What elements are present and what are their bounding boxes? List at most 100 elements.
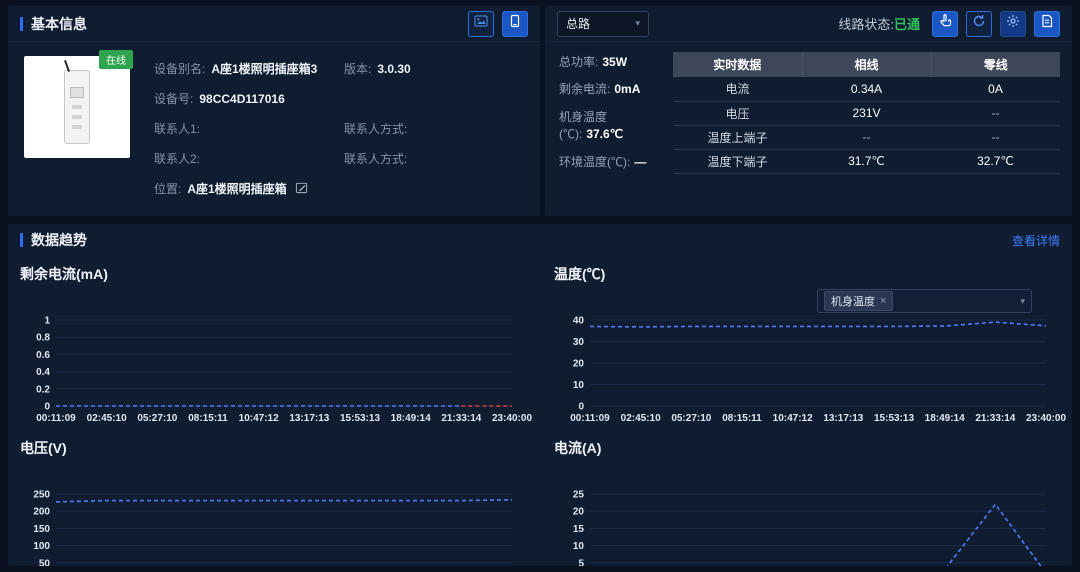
env-temp-label: 环境温度(℃):: [559, 155, 630, 169]
body-temp-tag-label: 机身温度: [831, 293, 875, 309]
svg-text:15:53:13: 15:53:13: [874, 413, 914, 424]
svg-text:13:17:13: 13:17:13: [289, 413, 329, 424]
svg-text:18:49:14: 18:49:14: [925, 413, 965, 424]
line-status-label: 线路状态:: [838, 17, 894, 32]
chart-title-residual-current: 剩余电流(mA): [20, 264, 108, 284]
field-version: 版本: 3.0.30: [344, 60, 524, 77]
line-status-value: 已通: [894, 17, 920, 32]
image-button[interactable]: [468, 11, 494, 37]
image-icon: [474, 14, 488, 33]
svg-text:08:15:11: 08:15:11: [188, 413, 228, 424]
svg-text:0.6: 0.6: [36, 350, 50, 361]
table-cell: 31.7℃: [802, 149, 931, 173]
svg-text:0.2: 0.2: [36, 384, 50, 395]
chevron-down-icon: ▾: [635, 19, 640, 28]
contact2-label: 联系人2:: [154, 150, 200, 167]
field-alias: 设备别名: A座1楼照明插座箱3: [154, 60, 344, 77]
svg-text:0: 0: [44, 402, 50, 413]
finger-icon: [938, 14, 952, 33]
field-contact2-method: 联系人方式:: [344, 150, 524, 167]
table-row: 电压 231V --: [673, 101, 1060, 125]
svg-text:20: 20: [573, 359, 585, 370]
residual-current-plot: 00.20.40.60.8100:11:0902:45:1005:27:1008…: [20, 316, 526, 428]
view-details-link[interactable]: 查看详情: [1012, 232, 1060, 249]
svg-text:0: 0: [578, 402, 584, 413]
table-cell: 0A: [931, 77, 1060, 101]
chevron-down-icon: ▾: [1020, 297, 1025, 306]
touch-control-button[interactable]: [932, 11, 958, 37]
refresh-button[interactable]: [966, 11, 992, 37]
svg-text:02:45:10: 02:45:10: [87, 413, 127, 424]
contact2-method-label: 联系人方式:: [344, 150, 407, 167]
location-label: 位置:: [154, 180, 181, 197]
metrics-column: 总功率:35W 剩余电流:0mA 机身温度(℃):37.6℃ 环境温度(℃):—: [559, 52, 659, 208]
table-cell: 231V: [802, 101, 931, 125]
temperature-series-select[interactable]: 机身温度 × ▾: [817, 289, 1032, 313]
svg-text:18:49:14: 18:49:14: [391, 413, 431, 424]
chart-current: 电流(A) 051015202500:11:0902:45:1005:27:10…: [554, 432, 1060, 566]
top-section: 基本信息 在线: [8, 6, 1072, 216]
chart-title-current: 电流(A): [554, 438, 601, 458]
svg-text:20: 20: [573, 507, 585, 518]
table-cell: 0.34A: [802, 77, 931, 101]
edit-location-button[interactable]: [293, 180, 310, 197]
svg-text:50: 50: [39, 558, 51, 566]
svg-text:23:40:00: 23:40:00: [492, 413, 532, 424]
basic-info-panel: 基本信息 在线: [8, 6, 540, 216]
svg-text:40: 40: [573, 316, 585, 327]
field-contact1: 联系人1:: [154, 120, 344, 137]
table-header-cell: 实时数据: [673, 52, 802, 77]
accent-bar: [20, 233, 23, 247]
edit-icon: [295, 181, 308, 197]
svg-text:00:11:09: 00:11:09: [570, 413, 610, 424]
field-location: 位置: A座1楼照明插座箱: [154, 180, 524, 197]
table-row-label: 电压: [673, 101, 802, 125]
svg-text:30: 30: [573, 337, 585, 348]
table-row: 电流 0.34A 0A: [673, 77, 1060, 101]
accent-bar: [20, 17, 23, 31]
online-badge: 在线: [99, 50, 133, 69]
svg-text:13:17:13: 13:17:13: [823, 413, 863, 424]
contact1-label: 联系人1:: [154, 120, 200, 137]
svg-text:10:47:12: 10:47:12: [773, 413, 813, 424]
panel-title-basic-info: 基本信息: [31, 14, 87, 34]
metric-total-power: 总功率:35W: [559, 54, 659, 71]
svg-text:10: 10: [573, 541, 585, 552]
report-button[interactable]: [1034, 11, 1060, 37]
body-temp-value: 37.6℃: [586, 127, 623, 141]
total-power-value: 35W: [602, 55, 627, 69]
metric-body-temp: 机身温度(℃):37.6℃: [559, 109, 659, 144]
alias-value: A座1楼照明插座箱3: [211, 60, 317, 77]
settings-button[interactable]: [1000, 11, 1026, 37]
svg-text:1: 1: [44, 316, 50, 327]
refresh-icon: [972, 14, 986, 33]
svg-text:15:53:13: 15:53:13: [340, 413, 380, 424]
svg-text:200: 200: [33, 507, 50, 518]
svg-text:21:33:14: 21:33:14: [975, 413, 1015, 424]
svg-text:21:33:14: 21:33:14: [441, 413, 481, 424]
table-row-label: 温度上端子: [673, 125, 802, 149]
svg-text:5: 5: [578, 558, 584, 566]
realtime-table: 实时数据 相线 零线 电流 0.34A 0A 电压 23: [673, 52, 1060, 208]
svg-text:10: 10: [573, 380, 585, 391]
svg-text:02:45:10: 02:45:10: [621, 413, 661, 424]
table-row: 温度下端子 31.7℃ 32.7℃: [673, 149, 1060, 173]
svg-text:05:27:10: 05:27:10: [671, 413, 711, 424]
version-value: 3.0.30: [377, 62, 410, 76]
basic-info-header: 基本信息: [8, 6, 540, 42]
body-temp-tag: 机身温度 ×: [824, 291, 893, 311]
device-icon: [508, 14, 522, 33]
field-contact1-method: 联系人方式:: [344, 120, 524, 137]
device-button[interactable]: [502, 11, 528, 37]
circuit-select[interactable]: 总路 ▾: [557, 11, 649, 37]
voltage-plot: 05010015020025000:11:0902:45:1005:27:100…: [20, 490, 526, 566]
tag-close-icon[interactable]: ×: [880, 295, 886, 307]
chart-temperature: 温度(℃) 机身温度 × ▾ 01020304000:11:0902:45:10…: [554, 258, 1060, 428]
table-header-cell: 相线: [802, 52, 931, 77]
table-header-row: 实时数据 相线 零线: [673, 52, 1060, 77]
svg-text:15: 15: [573, 524, 585, 535]
svg-text:25: 25: [573, 490, 585, 501]
table-row-label: 温度下端子: [673, 149, 802, 173]
current-plot: 051015202500:11:0902:45:1005:27:1008:15:…: [554, 490, 1060, 566]
svg-text:05:27:10: 05:27:10: [137, 413, 177, 424]
